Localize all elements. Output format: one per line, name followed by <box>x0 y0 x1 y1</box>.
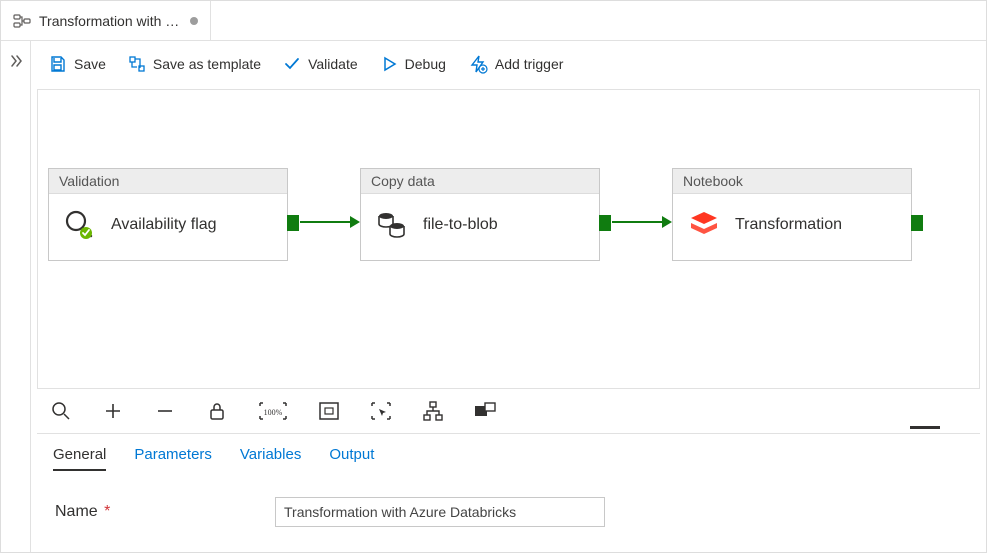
debug-button[interactable]: Debug <box>380 55 446 73</box>
add-trigger-button[interactable]: Add trigger <box>468 54 563 74</box>
connector <box>612 221 662 223</box>
save-as-template-button[interactable]: Save as template <box>128 55 261 73</box>
save-as-template-label: Save as template <box>153 56 261 72</box>
zoom-search-button[interactable] <box>49 399 73 423</box>
activity-header: Copy data <box>361 169 599 194</box>
output-port[interactable] <box>599 215 611 231</box>
save-button[interactable]: Save <box>49 55 106 73</box>
minimap-button[interactable] <box>473 399 497 423</box>
tab-output[interactable]: Output <box>329 440 374 471</box>
magnifier-check-icon <box>63 208 97 242</box>
name-label: Name * <box>55 503 255 521</box>
template-icon <box>128 55 146 73</box>
save-icon <box>49 55 67 73</box>
required-asterisk: * <box>100 503 111 520</box>
lock-button[interactable] <box>205 399 229 423</box>
output-port[interactable] <box>911 215 923 231</box>
activity-header: Notebook <box>673 169 911 194</box>
activity-title: file-to-blob <box>423 216 498 234</box>
play-icon <box>380 55 398 73</box>
add-trigger-label: Add trigger <box>495 56 563 72</box>
name-row: Name * <box>37 471 980 537</box>
action-toolbar: Save Save as template Validate Debug <box>31 41 986 87</box>
tab-bar: Transformation with … <box>1 1 986 41</box>
check-icon <box>283 55 301 73</box>
activity-title: Transformation <box>735 216 842 234</box>
fit-screen-button[interactable] <box>317 399 341 423</box>
activity-copy-data[interactable]: Copy data file-to-blob <box>360 168 600 261</box>
activity-notebook[interactable]: Notebook Transformation <box>672 168 912 261</box>
auto-align-button[interactable] <box>421 399 445 423</box>
details-pane: General Parameters Variables Output Name… <box>37 433 980 537</box>
tab-parameters[interactable]: Parameters <box>134 440 212 471</box>
debug-label: Debug <box>405 56 446 72</box>
expand-panel-icon[interactable] <box>8 53 24 69</box>
pipeline-icon <box>13 12 31 30</box>
svg-text:100%: 100% <box>264 408 283 417</box>
connector <box>300 221 350 223</box>
unsaved-dot-icon <box>190 17 198 25</box>
arrowhead-icon <box>350 216 360 228</box>
detail-tabs: General Parameters Variables Output <box>37 440 980 471</box>
activity-header: Validation <box>49 169 287 194</box>
output-port[interactable] <box>287 215 299 231</box>
tab-title: Transformation with … <box>39 13 179 29</box>
zoom-in-button[interactable] <box>101 399 125 423</box>
activity-validation[interactable]: Validation Availability flag <box>48 168 288 261</box>
pipeline-tab[interactable]: Transformation with … <box>1 1 211 40</box>
zoom-100-button[interactable]: 100% <box>257 399 289 423</box>
tab-variables[interactable]: Variables <box>240 440 301 471</box>
pipeline-canvas[interactable]: Validation Availability flag Copy dat <box>37 89 980 389</box>
canvas-toolbar: 100% <box>31 389 986 433</box>
zoom-out-button[interactable] <box>153 399 177 423</box>
database-copy-icon <box>375 208 409 242</box>
validate-button[interactable]: Validate <box>283 55 358 73</box>
activity-title: Availability flag <box>111 216 217 234</box>
databricks-icon <box>687 208 721 242</box>
name-input[interactable] <box>275 497 605 527</box>
arrowhead-icon <box>662 216 672 228</box>
trigger-icon <box>468 54 488 74</box>
tab-general[interactable]: General <box>53 440 106 471</box>
select-tool-button[interactable] <box>369 399 393 423</box>
left-gutter <box>1 41 31 552</box>
save-label: Save <box>74 56 106 72</box>
validate-label: Validate <box>308 56 358 72</box>
